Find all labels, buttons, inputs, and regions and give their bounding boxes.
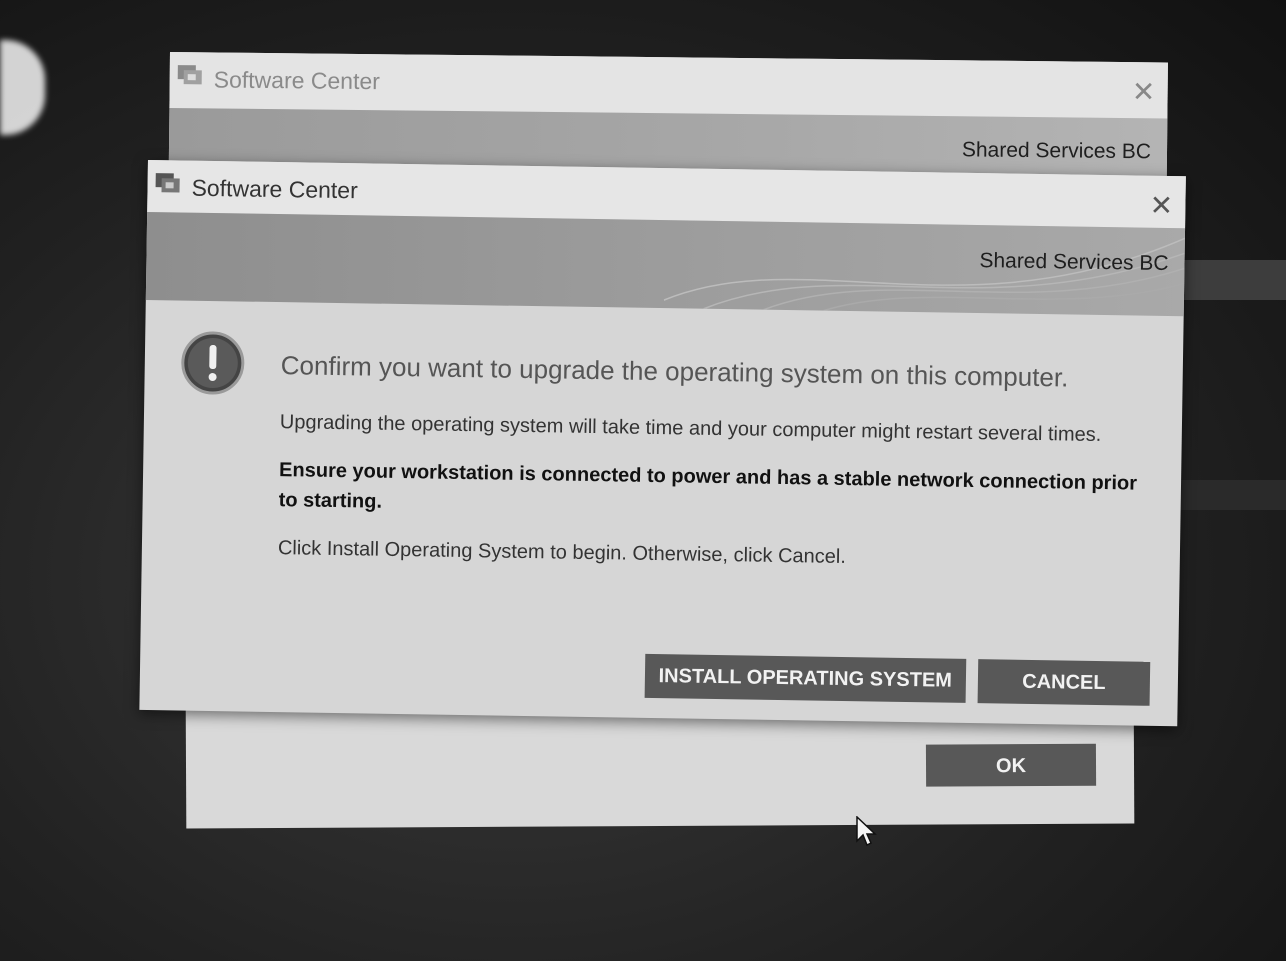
warning-exclamation-icon: [181, 331, 245, 395]
cancel-button[interactable]: CANCEL: [977, 659, 1151, 706]
dialog-heading: Confirm you want to upgrade the operatin…: [280, 350, 1069, 393]
dialog-title: Software Center: [191, 174, 358, 204]
dialog-button-row: INSTALL OPERATING SYSTEM CANCEL: [644, 653, 1151, 706]
background-dialog-close-icon[interactable]: ✕: [1129, 76, 1157, 107]
upgrade-confirm-dialog: Software Center ✕ Shared Services BC Con…: [139, 160, 1186, 727]
light-glare: [0, 40, 45, 135]
mouse-pointer-icon: [856, 816, 877, 847]
background-dialog-org-name: Shared Services BC: [961, 138, 1152, 164]
dialog-paragraph-instructions: Click Install Operating System to begin.…: [277, 537, 847, 569]
background-dialog-title-bar: Software Center ✕: [169, 52, 1168, 119]
dialog-banner: Shared Services BC: [145, 211, 1186, 317]
ok-button[interactable]: OK: [925, 743, 1097, 787]
background-dialog-title: Software Center: [213, 66, 381, 95]
install-operating-system-button[interactable]: INSTALL OPERATING SYSTEM: [644, 653, 967, 703]
organization-name: Shared Services BC: [979, 249, 1169, 276]
software-center-icon: [177, 65, 202, 85]
dialog-body: Confirm you want to upgrade the operatin…: [139, 300, 1183, 726]
dialog-paragraph-restart-info: Upgrading the operating system will take…: [279, 411, 1102, 447]
software-center-icon: [155, 173, 180, 193]
photo-screen: Software Center ✕ Shared Services BC OK …: [0, 0, 1286, 961]
dialog-paragraph-power-warning: Ensure your workstation is connected to …: [278, 459, 1138, 513]
close-icon[interactable]: ✕: [1147, 190, 1175, 221]
